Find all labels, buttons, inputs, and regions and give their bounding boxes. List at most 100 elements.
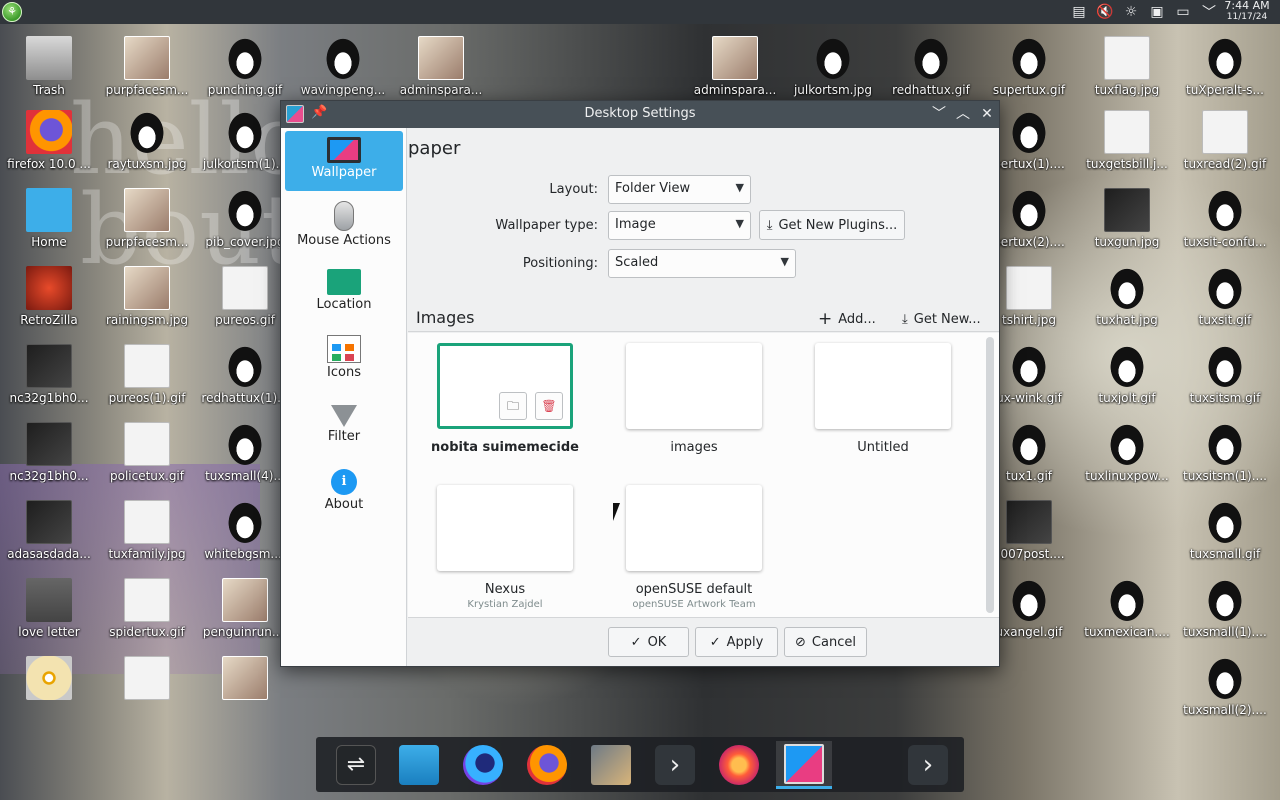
dock-item-firefox[interactable] — [519, 741, 575, 789]
desktop-icon-file[interactable]: nc32g1bh0... — [0, 344, 98, 422]
wallpaper-tile[interactable]: Untitled — [808, 343, 958, 455]
desktop-icon-trash[interactable]: Trash — [0, 36, 98, 114]
brightness-icon[interactable]: ☼ — [1122, 3, 1140, 21]
get-new-wallpapers-label: Get New... — [913, 311, 981, 327]
desktop-icon-file[interactable]: adasasdada... — [0, 500, 98, 578]
wallpaper-preview — [815, 343, 951, 429]
positioning-combobox[interactable]: Scaled ▼ — [608, 249, 796, 278]
desktop-icon-file[interactable]: tuxgun.jpg — [1078, 188, 1176, 266]
desktop-icon-file[interactable]: tuxgetsbill.j... — [1078, 110, 1176, 188]
wallpaper-type-combobox[interactable]: Image ▼ — [608, 211, 751, 240]
desktop-icon-file[interactable]: tuxfamily.jpg — [98, 500, 196, 578]
add-image-button[interactable]: + Add... — [818, 306, 876, 332]
tux-icon — [1202, 344, 1248, 388]
kde-connect-icon[interactable]: ▭ — [1174, 3, 1192, 21]
tray-expand-chevron-icon[interactable]: ﹀ — [1200, 3, 1218, 21]
desktop-icon-label: nc32g1bh0... — [9, 469, 89, 483]
desktop-icon-file[interactable]: tuxjolt.gif — [1078, 344, 1176, 422]
download-icon: ⤓ — [766, 217, 773, 233]
desktop-icon-file[interactable]: policetux.gif — [98, 422, 196, 500]
desktop-icon-file[interactable]: love letter — [0, 578, 98, 656]
desktop-icon-file[interactable]: raytuxsm.jpg — [98, 110, 196, 188]
close-button[interactable]: ✕ — [977, 104, 997, 124]
dock-item-discover[interactable] — [391, 741, 447, 789]
clipboard-icon[interactable]: ▤ — [1070, 3, 1088, 21]
storage-device-icon[interactable]: ▣ — [1148, 3, 1166, 21]
clock-time: 7:44 AM — [1224, 0, 1270, 12]
desktop-icon-file[interactable]: tuxhat.jpg — [1078, 266, 1176, 344]
dock-item-terminal-2[interactable]: › — [900, 741, 956, 789]
desktop-icon-file[interactable]: rainingsm.jpg — [98, 266, 196, 344]
desktop-icon-file[interactable]: spidertux.gif — [98, 578, 196, 656]
wallpaper-tile[interactable]: Nexus Krystian Zajdel — [430, 485, 580, 610]
ok-button[interactable]: ✓ OK — [608, 627, 689, 657]
wallpaper-name: Untitled — [857, 440, 909, 455]
category-filter[interactable]: Filter — [285, 395, 403, 455]
minimize-button[interactable]: ﹀ — [929, 104, 949, 124]
desktop-icon-firefox[interactable]: firefox 10.0 ... — [0, 110, 98, 188]
dock-item-firefox-developer[interactable] — [455, 741, 511, 789]
layout-combobox[interactable]: Folder View ▼ — [608, 175, 751, 204]
photo-icon — [222, 656, 268, 700]
application-launcher-button[interactable]: ⚘ — [2, 2, 22, 22]
desktop-icon-file[interactable]: tuxsitsm.gif — [1176, 344, 1274, 422]
desktop-icon-file[interactable] — [98, 656, 196, 734]
apply-button[interactable]: ✓ Apply — [695, 627, 778, 657]
category-wallpaper[interactable]: Wallpaper — [285, 131, 403, 191]
wallpaper-tile[interactable]: openSUSE default openSUSE Artwork Team — [619, 485, 769, 610]
desktop-icon-file[interactable]: tuxflag.jpg — [1078, 36, 1176, 114]
desktop-icon-label: tuxsit.gif — [1198, 313, 1252, 327]
desktop-icon-label: tuxmexican.... — [1084, 625, 1170, 639]
desktop-icon-file[interactable]: purpfacesm... — [98, 188, 196, 266]
desktop-icon-file[interactable]: tuxmexican.... — [1078, 578, 1176, 656]
tux-icon — [1104, 266, 1150, 310]
get-new-wallpapers-button[interactable]: ⤓ Get New... — [902, 306, 981, 332]
category-about[interactable]: i About — [285, 461, 403, 521]
desktop-icon-file[interactable]: tuxsmall(1).... — [1176, 578, 1274, 656]
delete-wallpaper-button[interactable]: 🗑 — [535, 392, 563, 420]
dock-item-desktop-settings[interactable] — [776, 741, 832, 789]
open-folder-button[interactable]: 🗀 — [499, 392, 527, 420]
volume-muted-icon[interactable]: 🔇 — [1096, 3, 1114, 21]
discover-icon — [399, 745, 439, 785]
category-icons[interactable]: Icons — [285, 329, 403, 389]
tux-icon — [1006, 36, 1052, 80]
desktop-icon-file[interactable]: tuxsmall(2).... — [1176, 656, 1274, 734]
positioning-value: Scaled — [615, 255, 659, 270]
desktop-icon-home[interactable]: Home — [0, 188, 98, 266]
desktop-icon-file[interactable]: tuxread(2).gif — [1176, 110, 1274, 188]
dock-item-terminal[interactable]: › — [647, 741, 703, 789]
desktop-icon-retrozilla[interactable]: RetroZilla — [0, 266, 98, 344]
dock-item-mail-client[interactable] — [583, 741, 639, 789]
desktop-icon-file[interactable]: tuxsit-confu... — [1176, 188, 1274, 266]
desktop-icon-file[interactable]: tuxlinuxpow... — [1078, 422, 1176, 500]
dock-item-firefox-nightly[interactable] — [711, 741, 767, 789]
dialog-titlebar[interactable]: 📌 Desktop Settings ﹀ ︿ ✕ — [281, 101, 999, 128]
category-mouse-actions[interactable]: Mouse Actions — [285, 197, 403, 257]
desktop-icon-file[interactable]: tuxsit.gif — [1176, 266, 1274, 344]
get-new-plugins-button[interactable]: ⤓ Get New Plugins... — [759, 210, 905, 240]
desktop-icon-file[interactable]: purpfacesm... — [98, 36, 196, 114]
maximize-button[interactable]: ︿ — [953, 104, 973, 124]
wallpaper-tile-selected[interactable]: 🗀 🗑 nobita suimemecide — [430, 343, 580, 455]
desktop-icon-file[interactable]: tuxsmall.gif — [1176, 500, 1274, 578]
desktop-icon-label: spidertux.gif — [109, 625, 185, 639]
dark-image-icon — [26, 344, 72, 388]
checkmark-icon: ✓ — [630, 634, 642, 650]
digital-clock[interactable]: 7:44 AM 11/17/24 — [1218, 0, 1276, 24]
desktop-icon-file[interactable]: pureos(1).gif — [98, 344, 196, 422]
desktop-icon-file[interactable]: tuXperalt-s... — [1176, 36, 1274, 114]
dock-item-system-settings[interactable]: ⇌ — [328, 741, 384, 789]
desktop-icon-file[interactable]: tuxsitsm(1).... — [1176, 422, 1274, 500]
firefox-icon — [26, 110, 72, 154]
wallpaper-tile[interactable]: images — [619, 343, 769, 455]
wallpaper-grid-scrollbar[interactable] — [986, 337, 994, 613]
desktop-icon-file[interactable]: nc32g1bh0... — [0, 422, 98, 500]
desktop-icon-label: nc32g1bh0... — [9, 391, 89, 405]
launcher-icon: ⚘ — [7, 5, 17, 18]
desktop-icon-file[interactable] — [196, 656, 294, 734]
desktop-icon-label: raytuxsm.jpg — [107, 157, 187, 171]
cancel-button[interactable]: ⊘ Cancel — [784, 627, 867, 657]
category-location[interactable]: Location — [285, 263, 403, 323]
desktop-icon-cd[interactable] — [0, 656, 98, 734]
